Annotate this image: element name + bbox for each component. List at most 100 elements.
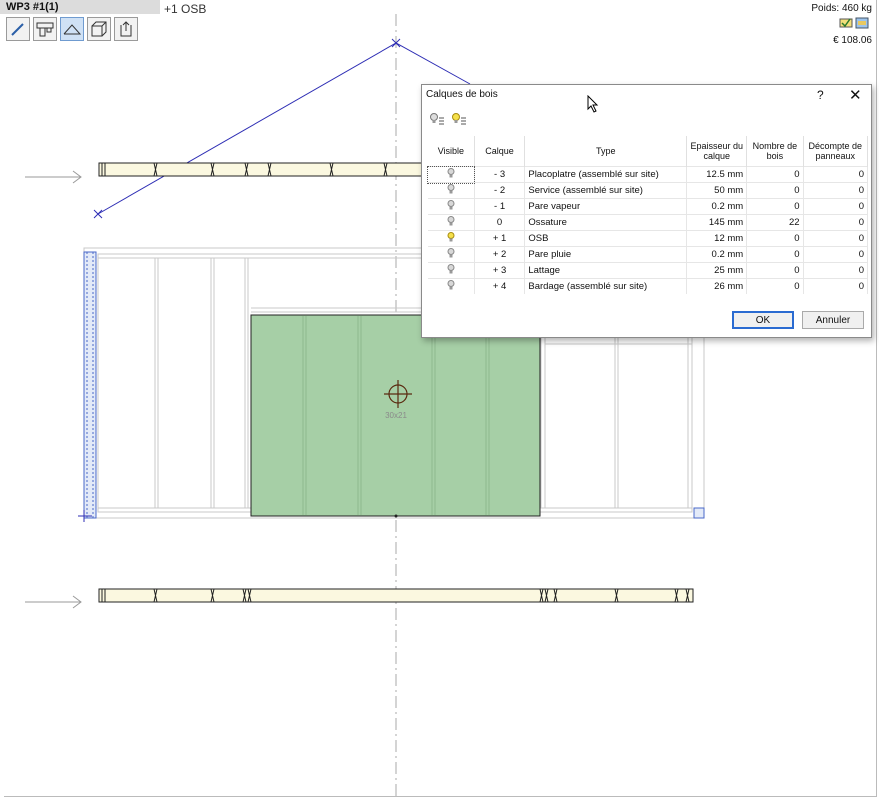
layer-type: Pare pluie bbox=[524, 246, 688, 263]
layer-nombre: 0 bbox=[746, 262, 804, 279]
active-layer-label: +1 OSB bbox=[164, 2, 207, 16]
layer-epaisseur: 0.2 mm bbox=[686, 198, 748, 215]
layer-decompte: 0 bbox=[803, 166, 869, 183]
layer-type: OSB bbox=[524, 230, 688, 247]
layer-calque: - 2 bbox=[474, 182, 526, 199]
bulb-off-icon[interactable] bbox=[447, 280, 455, 290]
layer-row[interactable]: + 2 Pare pluie 0.2 mm 0 0 bbox=[428, 246, 869, 263]
col-epaisseur[interactable]: Epaisseur du calque bbox=[686, 136, 748, 167]
layer-type: Ossature bbox=[524, 214, 688, 231]
weight-readout: Poids: 460 kg bbox=[811, 3, 872, 14]
visibility-toggle[interactable] bbox=[428, 246, 475, 263]
cancel-button[interactable]: Annuler bbox=[802, 311, 864, 329]
layer-row[interactable]: 0 Ossature 145 mm 22 0 bbox=[428, 214, 869, 231]
status-icons bbox=[839, 16, 869, 30]
layer-nombre: 0 bbox=[746, 198, 804, 215]
layer-nombre: 0 bbox=[746, 230, 804, 247]
layer-calque: + 2 bbox=[474, 246, 526, 263]
ok-button[interactable]: OK bbox=[732, 311, 794, 329]
visibility-toggle[interactable] bbox=[428, 278, 475, 294]
layer-nombre: 22 bbox=[746, 214, 804, 231]
layer-nombre: 0 bbox=[746, 278, 804, 294]
col-visible[interactable]: Visible bbox=[428, 136, 475, 167]
visibility-toggle[interactable] bbox=[426, 165, 476, 184]
export-icon bbox=[120, 21, 132, 37]
layer-decompte: 0 bbox=[803, 230, 869, 247]
roof-view-icon bbox=[63, 24, 81, 35]
layer-epaisseur: 145 mm bbox=[686, 214, 748, 231]
layer-type: Lattage bbox=[524, 262, 688, 279]
layer-nombre: 0 bbox=[746, 166, 804, 183]
layer-type: Placoplatre (assemblé sur site) bbox=[524, 166, 688, 183]
layer-row[interactable]: - 2 Service (assemblé sur site) 50 mm 0 0 bbox=[428, 182, 869, 199]
layer-epaisseur: 25 mm bbox=[686, 262, 748, 279]
cost-icon bbox=[855, 17, 869, 29]
bulb-off-icon[interactable] bbox=[447, 168, 455, 178]
help-button[interactable]: ? bbox=[817, 88, 824, 102]
visibility-toggle[interactable] bbox=[428, 214, 475, 231]
window-title: WP3 #1(1) bbox=[0, 0, 160, 14]
top-arrow bbox=[25, 170, 82, 184]
col-type[interactable]: Type bbox=[524, 136, 688, 167]
bulb-off-icon[interactable] bbox=[447, 216, 455, 226]
layer-row[interactable]: + 1 OSB 12 mm 0 0 bbox=[428, 230, 869, 247]
layer-row[interactable]: + 4 Bardage (assemblé sur site) 26 mm 0 0 bbox=[428, 278, 869, 294]
3d-box-icon bbox=[91, 21, 107, 37]
pencil-button[interactable] bbox=[6, 17, 30, 41]
bulb-off-icon[interactable] bbox=[447, 248, 455, 258]
layer-row[interactable]: - 3 Placoplatre (assemblé sur site) 12.5 m… bbox=[426, 165, 869, 184]
layer-nombre: 0 bbox=[746, 182, 804, 199]
layer-epaisseur: 0.2 mm bbox=[686, 246, 748, 263]
layers-table: Visible Calque Type Epaisseur du calque … bbox=[426, 136, 869, 294]
plan-view-button[interactable] bbox=[33, 17, 57, 41]
3d-view-button[interactable] bbox=[87, 17, 111, 41]
col-decompte[interactable]: Décompte de panneaux bbox=[803, 136, 869, 167]
layer-calque: - 3 bbox=[474, 166, 526, 183]
layer-decompte: 0 bbox=[803, 182, 869, 199]
layer-decompte: 0 bbox=[803, 278, 869, 294]
layer-epaisseur: 50 mm bbox=[686, 182, 748, 199]
col-calque[interactable]: Calque bbox=[474, 136, 526, 167]
mouse-cursor-icon bbox=[587, 95, 599, 113]
layer-calque: - 1 bbox=[474, 198, 526, 215]
roof-line bbox=[97, 42, 471, 215]
bottom-strip bbox=[98, 588, 694, 603]
bulb-on-icon[interactable] bbox=[447, 232, 455, 242]
dialog-title: Calques de bois bbox=[426, 89, 498, 100]
layer-row[interactable]: - 1 Pare vapeur 0.2 mm 0 0 bbox=[428, 198, 869, 215]
col-nombre[interactable]: Nombre de bois bbox=[746, 136, 804, 167]
check-tag-icon bbox=[839, 18, 853, 28]
visibility-toggle[interactable] bbox=[428, 182, 475, 199]
layer-row[interactable]: + 3 Lattage 25 mm 0 0 bbox=[428, 262, 869, 279]
roof-view-button[interactable] bbox=[60, 17, 84, 41]
layer-epaisseur: 12 mm bbox=[686, 230, 748, 247]
visibility-toggle[interactable] bbox=[428, 230, 475, 247]
bulb-off-icon[interactable] bbox=[447, 200, 455, 210]
bottom-arrow bbox=[25, 595, 82, 609]
visibility-toggle[interactable] bbox=[428, 262, 475, 279]
panel-dimension: 30x21 bbox=[385, 411, 407, 420]
bulb-on-all-icon[interactable] bbox=[451, 112, 467, 126]
layer-calque: + 3 bbox=[474, 262, 526, 279]
price-readout: € 108.06 bbox=[833, 35, 872, 46]
layer-type: Service (assemblé sur site) bbox=[524, 182, 688, 199]
layer-calque: 0 bbox=[474, 214, 526, 231]
layers-dialog: Calques de bois ? ✕ Visible Calque Type … bbox=[421, 84, 872, 338]
close-button[interactable]: ✕ bbox=[849, 86, 862, 104]
view-toolbar bbox=[6, 17, 138, 41]
layer-type: Bardage (assemblé sur site) bbox=[524, 278, 688, 294]
layer-calque: + 1 bbox=[474, 230, 526, 247]
plan-view-icon bbox=[36, 22, 54, 37]
layer-type: Pare vapeur bbox=[524, 198, 688, 215]
top-strip bbox=[98, 162, 430, 177]
bulb-off-all-icon[interactable] bbox=[429, 112, 445, 126]
visibility-toggle[interactable] bbox=[428, 198, 475, 215]
layer-calque: + 4 bbox=[474, 278, 526, 294]
layer-epaisseur: 12.5 mm bbox=[686, 166, 748, 183]
bulb-toolbar bbox=[429, 112, 467, 126]
layer-decompte: 0 bbox=[803, 262, 869, 279]
pencil-icon bbox=[11, 23, 24, 36]
bulb-off-icon[interactable] bbox=[447, 184, 455, 194]
export-button[interactable] bbox=[114, 17, 138, 41]
bulb-off-icon[interactable] bbox=[447, 264, 455, 274]
